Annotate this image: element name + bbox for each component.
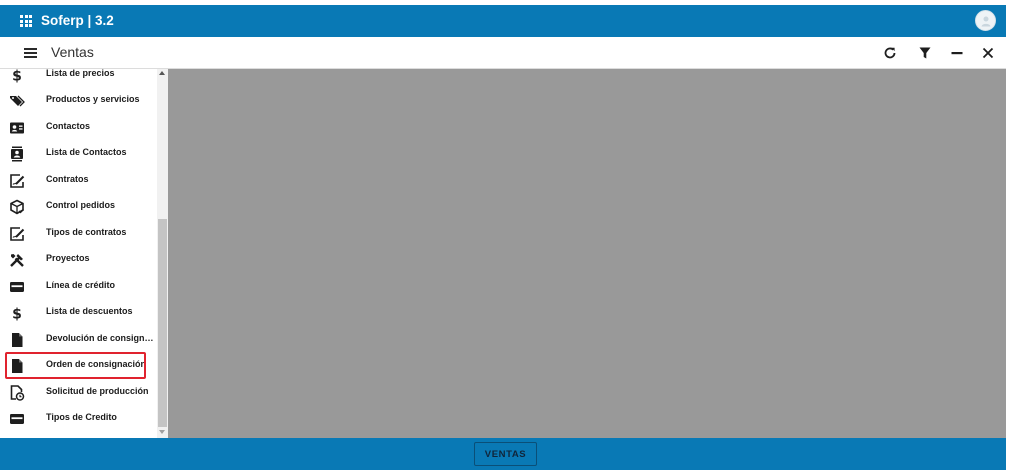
credit-card-icon <box>9 411 25 427</box>
scroll-down-arrow-icon[interactable] <box>159 430 165 434</box>
tags-icon <box>9 93 25 109</box>
sidebar-item-tipos-de-contratos[interactable]: Tipos de contratos <box>0 221 155 247</box>
sidebar-item-solicitud-de-produccion[interactable]: Solicitud de producción <box>0 380 155 406</box>
document-clock-icon <box>9 385 25 401</box>
sidebar-item-label: Línea de crédito <box>46 280 116 290</box>
credit-card-icon <box>9 279 25 295</box>
sidebar-item-label: Tipos de Credito <box>46 412 117 422</box>
sidebar-item-label: Lista de descuentos <box>46 306 133 316</box>
close-icon <box>982 47 994 59</box>
sidebar-menu: $ Lista de precios Productos y servicios… <box>0 69 168 438</box>
sidebar-item-label: Solicitud de producción <box>46 386 149 396</box>
sidebar-item-label: Tipos de contratos <box>46 227 127 237</box>
scroll-up-arrow-icon[interactable] <box>159 71 165 75</box>
selection-highlight-box <box>5 352 146 379</box>
contract-sign-icon <box>9 173 25 189</box>
bottom-task-bar: VENTAS <box>0 438 1006 470</box>
module-header: Ventas <box>0 37 1006 69</box>
sidebar-item-contratos[interactable]: Contratos <box>0 168 155 194</box>
sidebar-item-label: Contactos <box>46 121 91 131</box>
svg-text:$: $ <box>12 307 22 322</box>
svg-text:$: $ <box>12 69 22 83</box>
document-icon <box>9 332 25 348</box>
dollar-icon: $ <box>9 69 25 83</box>
sidebar-scrollbar[interactable] <box>157 69 168 438</box>
ventas-tab-button[interactable]: VENTAS <box>474 442 537 466</box>
sidebar-item-linea-de-credito[interactable]: Línea de crédito <box>0 274 155 300</box>
user-avatar[interactable] <box>975 10 996 31</box>
apps-grid-icon[interactable] <box>20 15 32 27</box>
contact-card-icon <box>9 120 25 136</box>
app-title: Soferp | 3.2 <box>41 13 114 28</box>
sidebar-item-productos-y-servicios[interactable]: Productos y servicios <box>0 88 155 114</box>
sidebar-item-lista-de-precios[interactable]: $ Lista de precios <box>0 69 155 88</box>
sidebar-item-label: Devolución de consignación <box>46 333 154 343</box>
sidebar-item-proyectos[interactable]: Proyectos <box>0 247 155 273</box>
sidebar-item-tipos-de-credito[interactable]: Tipos de Credito <box>0 406 155 432</box>
contract-sign-icon <box>9 226 25 242</box>
package-check-icon <box>9 199 25 215</box>
sidebar-item-devolucion-de-consignacion[interactable]: Devolución de consignación <box>0 327 155 353</box>
scrollbar-thumb[interactable] <box>158 219 167 427</box>
sidebar-item-lista-de-contactos[interactable]: Lista de Contactos <box>0 141 155 167</box>
filter-icon <box>919 47 931 59</box>
filter-button[interactable] <box>917 45 933 61</box>
tools-icon <box>9 252 25 268</box>
sidebar-item-label: Proyectos <box>46 253 90 263</box>
sidebar-item-label: Lista de precios <box>46 69 115 78</box>
sidebar-item-control-pedidos[interactable]: Control pedidos <box>0 194 155 220</box>
sidebar-item-label: Lista de Contactos <box>46 147 127 157</box>
refresh-icon <box>884 47 896 59</box>
dollar-icon: $ <box>9 305 25 322</box>
menu-toggle-icon[interactable] <box>24 48 37 58</box>
refresh-button[interactable] <box>882 45 898 61</box>
main-content-area <box>168 69 1006 438</box>
sidebar-item-lista-de-descuentos[interactable]: $ Lista de descuentos <box>0 300 155 326</box>
minimize-button[interactable] <box>949 45 965 61</box>
contacts-book-icon <box>9 146 25 162</box>
page-title: Ventas <box>51 44 94 60</box>
sidebar-item-contactos[interactable]: Contactos <box>0 115 155 141</box>
user-icon <box>981 16 990 26</box>
minimize-icon <box>951 52 963 55</box>
close-button[interactable] <box>980 45 996 61</box>
top-app-bar: Soferp | 3.2 <box>0 5 1006 37</box>
sidebar-item-label: Productos y servicios <box>46 94 140 104</box>
sidebar-item-label: Control pedidos <box>46 200 115 210</box>
sidebar-item-label: Contratos <box>46 174 89 184</box>
